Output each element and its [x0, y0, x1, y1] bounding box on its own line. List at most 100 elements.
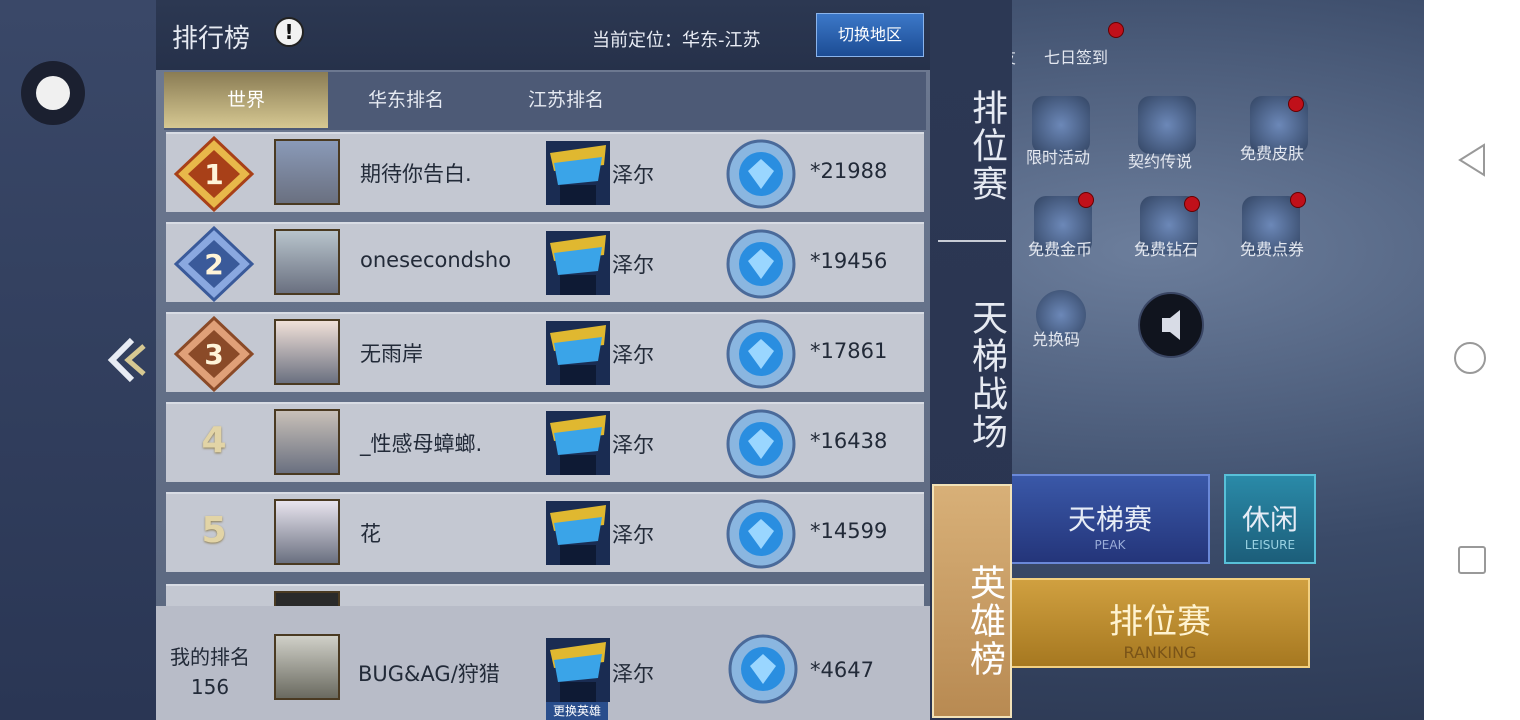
- hero-icon[interactable]: [546, 411, 610, 475]
- tab-east-china[interactable]: 华东排名: [328, 72, 484, 128]
- table-row[interactable]: 2 onesecondsho 泽尔 *19456: [166, 222, 924, 302]
- switch-region-button[interactable]: 切换地区: [816, 13, 924, 57]
- floating-assistant-button[interactable]: [21, 61, 85, 125]
- hero-portrait-icon: [546, 411, 610, 475]
- avatar[interactable]: [274, 319, 340, 385]
- change-hero-button[interactable]: 更换英雄: [546, 702, 608, 720]
- page-title: 排行榜: [172, 24, 251, 54]
- ranking-label: 排位赛: [1109, 602, 1211, 642]
- score: *19456: [810, 249, 888, 273]
- menu-item-5[interactable]: 免费点券: [1240, 236, 1304, 260]
- my-rank-label: 我的排名: [170, 645, 250, 669]
- avatar[interactable]: [274, 409, 340, 475]
- score: *21988: [810, 159, 888, 183]
- collapse-arrow-icon[interactable]: [106, 336, 146, 384]
- ranking-sub: RANKING: [1123, 643, 1197, 662]
- diamond-icon: [726, 409, 796, 479]
- menu-item-0[interactable]: 限时活动: [1026, 144, 1090, 168]
- speaker-icon: [1162, 310, 1180, 340]
- score: *14599: [810, 519, 888, 543]
- ladder-button[interactable]: 天梯赛 PEAK: [1010, 474, 1210, 564]
- home-icon[interactable]: [1454, 342, 1486, 374]
- my-score: *4647: [810, 658, 874, 682]
- my-rank-number: 156: [190, 675, 230, 699]
- region-tabs: 世界 华东排名 江苏排名: [164, 72, 926, 130]
- table-row[interactable]: 4 _性感母蟑螂. 泽尔 *16438: [166, 402, 924, 482]
- table-row[interactable]: [166, 584, 924, 611]
- rank-number: 2: [204, 248, 223, 281]
- hero-portrait-icon: [546, 321, 610, 385]
- menu-item-4[interactable]: 免费钻石: [1134, 236, 1198, 260]
- diamond-icon: [726, 139, 796, 209]
- tab-world[interactable]: 世界: [164, 72, 328, 128]
- rank-medal-icon: 1: [173, 136, 255, 212]
- table-row[interactable]: 3 无雨岸 泽尔 *17861: [166, 312, 924, 392]
- leaderboard-panel: 排行榜 ! 当前定位：华东-江苏 切换地区 世界 华东排名 江苏排名 1 期待你告…: [156, 0, 930, 720]
- player-name: 期待你告白.: [360, 162, 472, 186]
- current-location: 当前定位：华东-江苏: [592, 30, 761, 51]
- leisure-sub: LEISURE: [1244, 538, 1296, 552]
- hero-portrait-icon: [546, 638, 610, 702]
- ranking-button[interactable]: 排位赛 RANKING: [1010, 578, 1310, 668]
- diamond-icon: [726, 319, 796, 389]
- back-icon[interactable]: [1456, 143, 1488, 177]
- tab-ranked[interactable]: 排位赛: [930, 56, 1012, 236]
- rank-number: 5: [201, 510, 227, 551]
- avatar[interactable]: [274, 139, 340, 205]
- my-name: BUG&AG/狩猎: [358, 662, 500, 686]
- hero-name: 泽尔: [612, 343, 654, 367]
- rank-medal-icon: 3: [173, 316, 255, 392]
- player-name: 花: [360, 522, 381, 546]
- leisure-label: 休闲: [1241, 503, 1298, 536]
- sign-in-label[interactable]: 七日签到: [1044, 44, 1108, 68]
- menu-item-6[interactable]: 兑换码: [1032, 326, 1080, 350]
- menu-item-3[interactable]: 免费金币: [1028, 236, 1092, 260]
- my-hero-icon[interactable]: [546, 638, 610, 702]
- hero-name: 泽尔: [612, 163, 654, 187]
- diamond-icon: [728, 634, 798, 704]
- tab-ladder[interactable]: 天梯战场: [930, 280, 1012, 470]
- hero-icon[interactable]: [546, 231, 610, 295]
- hero-portrait-icon: [546, 501, 610, 565]
- player-name: onesecondsho: [360, 248, 512, 272]
- hero-portrait-icon: [546, 141, 610, 205]
- score: *17861: [810, 339, 888, 363]
- table-row[interactable]: 5 花 泽尔 *14599: [166, 492, 924, 572]
- divider: [938, 240, 1006, 242]
- hero-icon[interactable]: [546, 501, 610, 565]
- rank-number: 3: [204, 338, 223, 371]
- notification-dot: [1108, 22, 1124, 38]
- my-avatar: [274, 634, 340, 700]
- recent-apps-icon[interactable]: [1458, 546, 1486, 574]
- notification-dot: [1184, 196, 1200, 212]
- circle-icon: [36, 76, 70, 110]
- notification-dot: [1078, 192, 1094, 208]
- tab-jiangsu[interactable]: 江苏排名: [488, 72, 644, 128]
- rank-number: 4: [201, 420, 227, 461]
- hero-portrait-icon: [546, 231, 610, 295]
- rank-medal-icon: 2: [173, 226, 255, 302]
- menu-item-2[interactable]: 免费皮肤: [1240, 140, 1304, 164]
- hero-name: 泽尔: [612, 433, 654, 457]
- table-row[interactable]: 1 期待你告白. 泽尔 *21988: [166, 132, 924, 212]
- category-tabs: 排位赛 天梯战场 英雄榜: [930, 0, 1012, 720]
- tab-hero-board[interactable]: 英雄榜: [932, 484, 1012, 718]
- diamond-icon: [726, 229, 796, 299]
- hero-name: 泽尔: [612, 523, 654, 547]
- my-rank-row: 我的排名 156 BUG&AG/狩猎 泽尔 *4647: [156, 606, 930, 720]
- menu-item-1[interactable]: 契约传说: [1128, 148, 1192, 172]
- diamond-icon: [726, 499, 796, 569]
- avatar[interactable]: [274, 499, 340, 565]
- hero-icon[interactable]: [546, 321, 610, 385]
- hero-name: 泽尔: [612, 253, 654, 277]
- my-hero-name: 泽尔: [612, 662, 654, 686]
- score: *16438: [810, 429, 888, 453]
- rank-number: 1: [204, 158, 223, 191]
- voice-button[interactable]: [1138, 292, 1204, 358]
- contract-legend-icon[interactable]: [1138, 96, 1196, 154]
- info-icon[interactable]: !: [274, 17, 304, 47]
- hero-icon[interactable]: [546, 141, 610, 205]
- leisure-button[interactable]: 休闲 LEISURE: [1224, 474, 1316, 564]
- ladder-label: 天梯赛: [1067, 503, 1152, 536]
- avatar[interactable]: [274, 229, 340, 295]
